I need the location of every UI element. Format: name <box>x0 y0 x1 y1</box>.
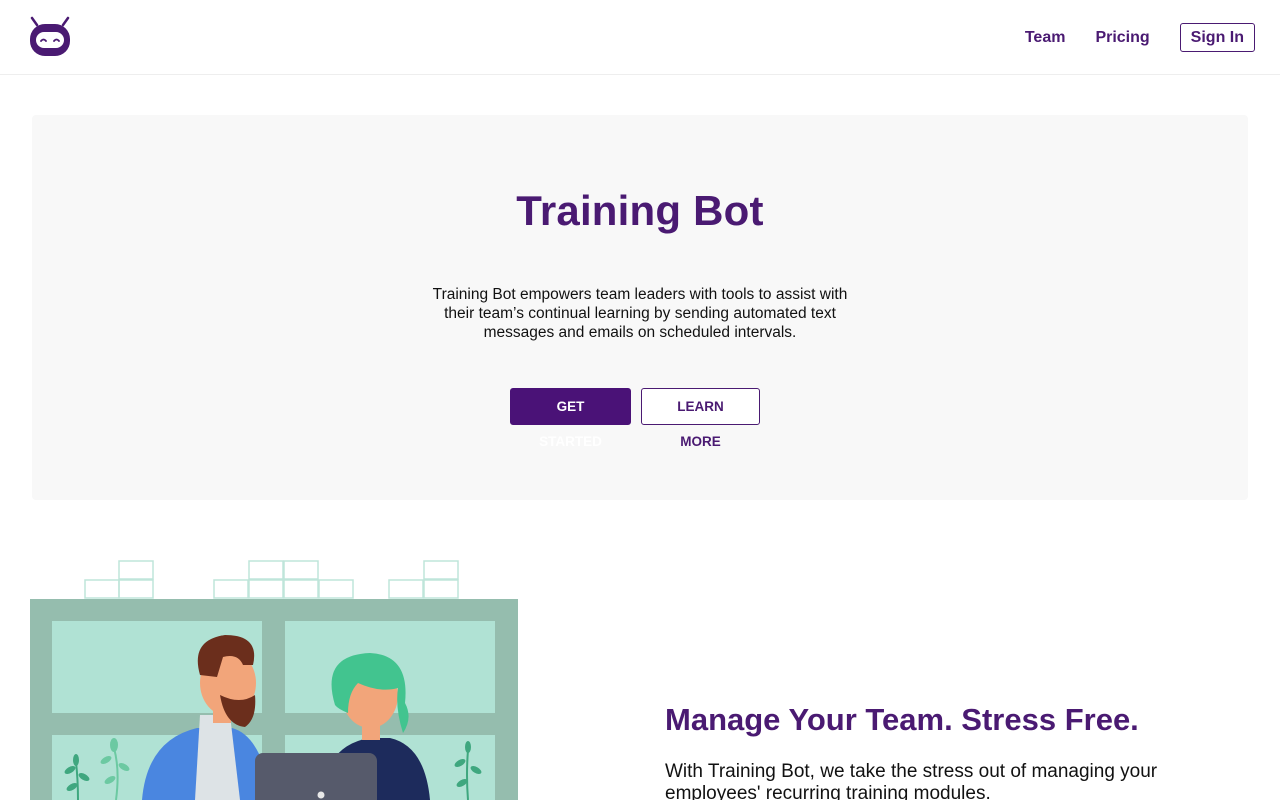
stacked-boxes <box>84 560 459 599</box>
hero-buttons: GET STARTED LEARN MORE <box>32 388 1248 449</box>
robot-logo-icon[interactable] <box>28 16 72 58</box>
nav-link-team[interactable]: Team <box>1025 23 1066 52</box>
feature-title: Manage Your Team. Stress Free. <box>665 702 1139 737</box>
team-illustration <box>30 560 518 800</box>
get-started-button[interactable]: GET STARTED <box>510 388 631 449</box>
hero-section: Training Bot Training Bot empowers team … <box>32 115 1248 500</box>
feature-text: With Training Bot, we take the stress ou… <box>665 761 1158 800</box>
hero-title: Training Bot <box>516 187 764 234</box>
hero-description: Training Bot empowers team leaders with … <box>432 286 848 341</box>
laptop <box>255 753 377 800</box>
sign-in-button[interactable]: Sign In <box>1179 23 1255 52</box>
navbar: Team Pricing Sign In <box>0 0 1280 75</box>
nav-links: Team Pricing Sign In <box>995 23 1255 52</box>
learn-more-button[interactable]: LEARN MORE <box>641 388 760 449</box>
nav-link-pricing[interactable]: Pricing <box>1095 23 1149 52</box>
